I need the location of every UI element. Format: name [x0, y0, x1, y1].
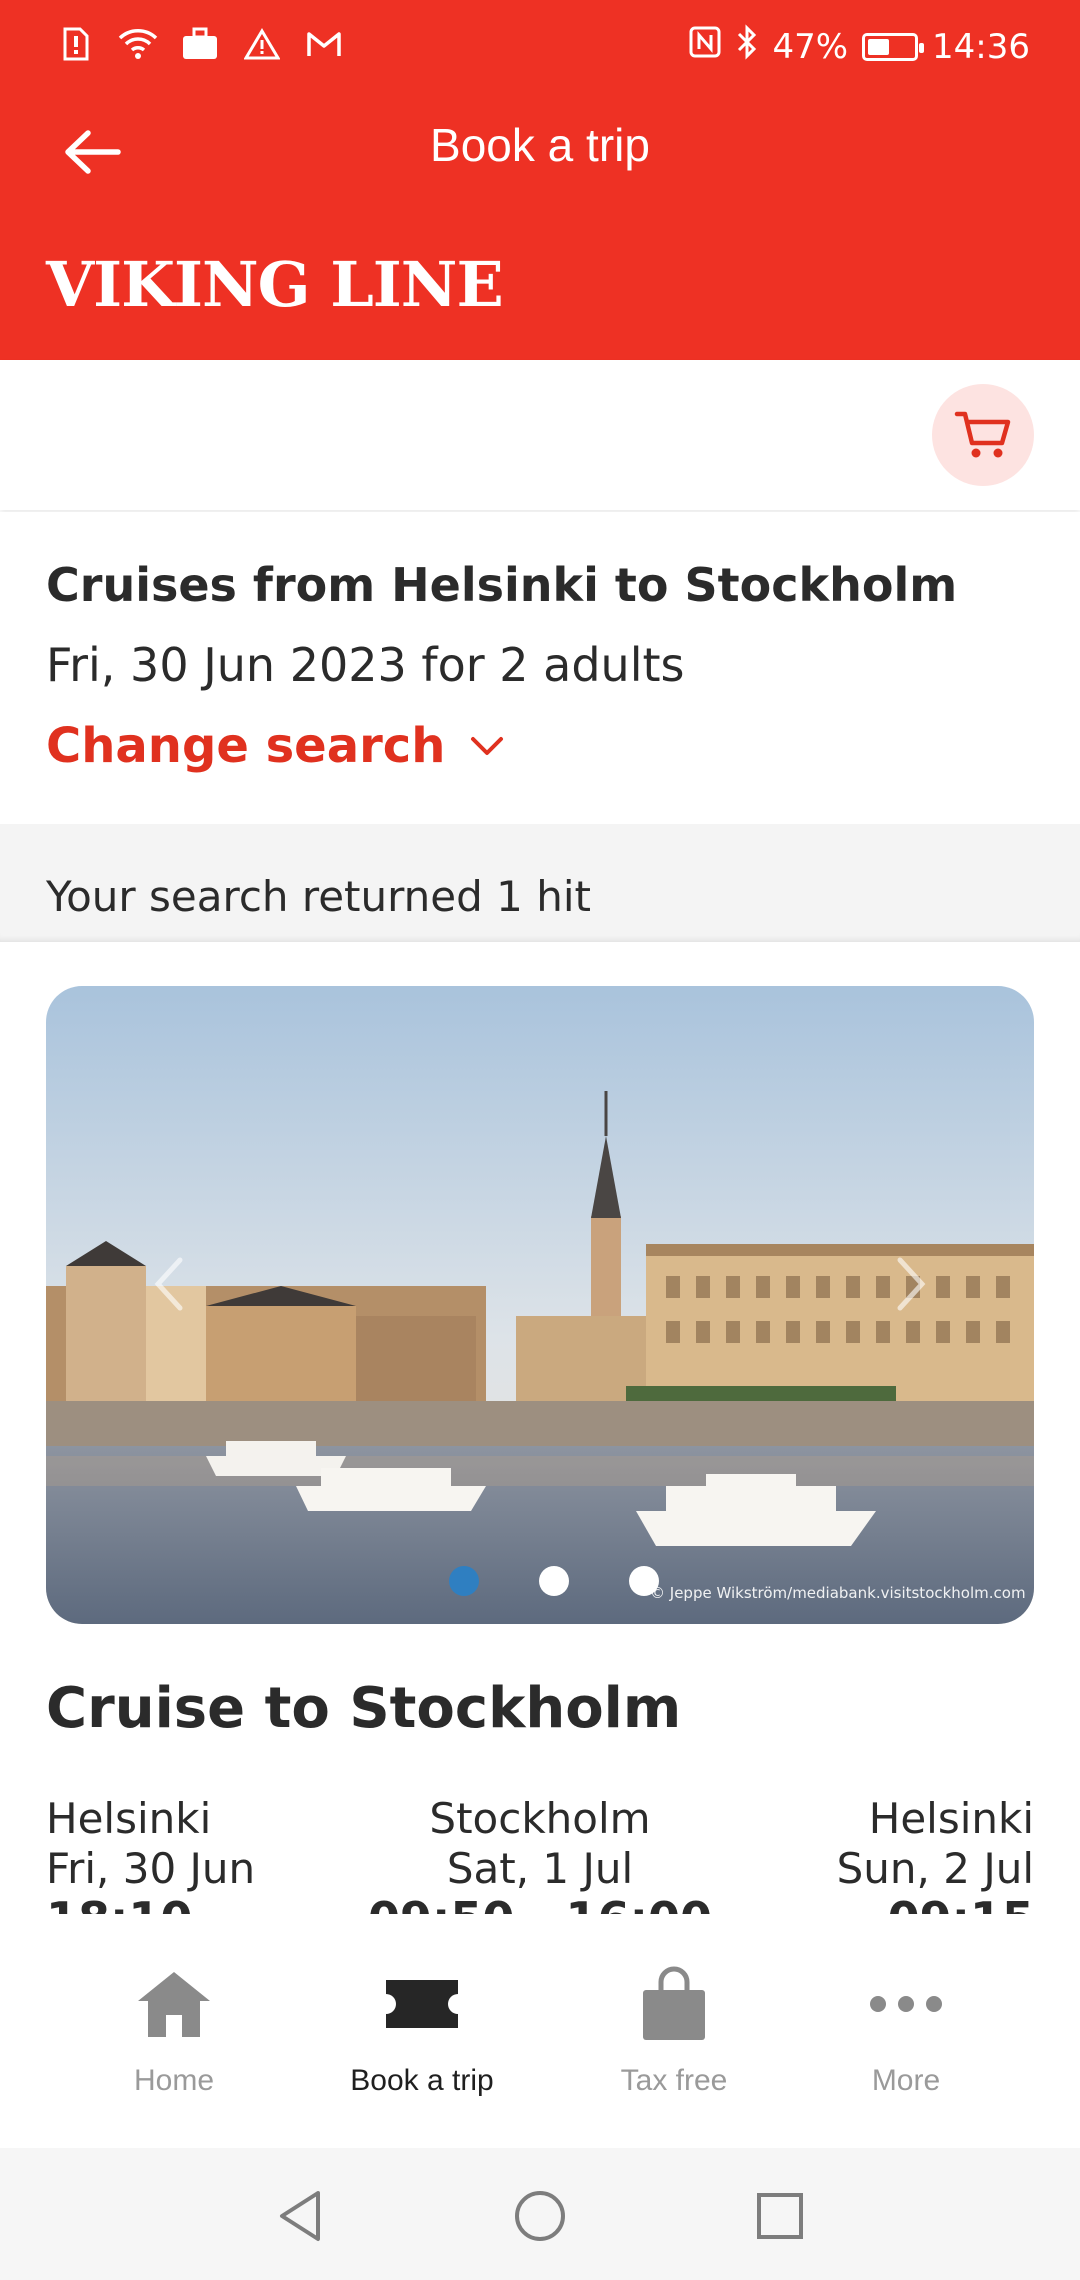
- circle-home-icon: [515, 2191, 565, 2241]
- system-recents-button[interactable]: [750, 2186, 810, 2246]
- clock: 14:36: [932, 26, 1030, 67]
- return-time: 09:15: [837, 1894, 1034, 1914]
- nav-item-book-a-trip[interactable]: Book a trip: [312, 1964, 532, 2098]
- warning-icon: [242, 24, 282, 64]
- system-navigation-bar: [0, 2148, 1080, 2280]
- search-subtitle: Fri, 30 Jun 2023 for 2 adults: [46, 638, 685, 692]
- briefcase-icon: [180, 24, 220, 64]
- results-count-bar: Your search returned 1 hit: [0, 824, 1080, 942]
- cart-bar: [0, 360, 1080, 510]
- home-icon: [124, 1964, 224, 2044]
- nav-label-home: Home: [133, 2064, 215, 2097]
- nav-label-more: More: [871, 2064, 941, 2097]
- itinerary-departure: Helsinki Fri, 30 Jun 18:10: [46, 1794, 255, 1914]
- sim-alert-icon: [56, 24, 96, 64]
- square-recents-icon: [757, 2193, 803, 2239]
- app-header: 47% 14:36 Book a trip VIKING LINE: [0, 0, 1080, 360]
- viking-line-logo: VIKING LINE: [46, 248, 504, 321]
- departure-time: 18:10: [46, 1894, 255, 1914]
- page-title: Book a trip: [430, 119, 650, 171]
- cart-button[interactable]: [932, 384, 1034, 486]
- triangle-back-icon: [280, 2191, 320, 2241]
- itinerary-return: Helsinki Sun, 2 Jul 09:15: [837, 1794, 1034, 1914]
- battery-percent: 47%: [772, 26, 849, 67]
- cruise-title: Cruise to Stockholm: [46, 1676, 682, 1741]
- image-credit: © Jeppe Wikström/mediabank.visitstockhol…: [650, 1584, 1026, 1602]
- return-city: Helsinki: [868, 1794, 1034, 1843]
- chevron-down-icon: [471, 737, 504, 755]
- bluetooth-icon: [736, 24, 758, 69]
- nav-label-tax-free: Tax free: [620, 2064, 728, 2097]
- carousel-prev-icon[interactable]: [154, 1256, 184, 1312]
- bottom-navigation: Home Book a trip Tax free More: [0, 1914, 1080, 2148]
- battery-icon: [862, 32, 925, 61]
- gmail-icon: [304, 24, 344, 64]
- status-left-icons: [56, 24, 344, 64]
- change-search-button[interactable]: Change search: [46, 718, 505, 774]
- return-date: Sun, 2 Jul: [836, 1844, 1034, 1893]
- nav-label-book-a-trip: Book a trip: [350, 2064, 494, 2097]
- status-bar: 47% 14:36: [0, 0, 1080, 92]
- wifi-icon: [118, 24, 158, 64]
- app-screen: 47% 14:36 Book a trip VIKING LINE Cruise…: [0, 0, 1080, 2280]
- destination-date: Sat, 1 Jul: [446, 1844, 634, 1893]
- itinerary-destination: Stockholm Sat, 1 Jul 09:50 - 16:00: [340, 1794, 740, 1914]
- battery-level: [868, 38, 890, 55]
- search-summary: Cruises from Helsinki to Stockholm Fri, …: [0, 512, 1080, 824]
- nav-item-tax-free[interactable]: Tax free: [564, 1964, 784, 2098]
- cruise-image-carousel[interactable]: [46, 986, 1034, 1624]
- status-right: 47% 14:36: [688, 24, 1030, 69]
- cart-icon: [954, 411, 1011, 458]
- carousel-next-icon[interactable]: [896, 1256, 926, 1312]
- departure-date: Fri, 30 Jun: [46, 1844, 256, 1893]
- system-back-button[interactable]: [270, 2186, 330, 2246]
- nav-item-home[interactable]: Home: [64, 1964, 284, 2098]
- results-count: Your search returned 1 hit: [46, 872, 591, 921]
- search-title: Cruises from Helsinki to Stockholm: [46, 558, 958, 612]
- itinerary: Helsinki Fri, 30 Jun 18:10 Stockholm Sat…: [0, 1794, 1080, 1914]
- departure-city: Helsinki: [46, 1794, 212, 1843]
- nav-item-more[interactable]: More: [796, 1964, 1016, 2098]
- more-dots-icon: [856, 1964, 956, 2044]
- change-search-label: Change search: [46, 718, 446, 774]
- stockholm-harbor-photo: [46, 986, 1034, 1624]
- carousel-dot[interactable]: [449, 1566, 479, 1596]
- carousel-dot[interactable]: [539, 1566, 569, 1596]
- system-home-button[interactable]: [510, 2186, 570, 2246]
- shopping-bag-icon: [624, 1964, 724, 2044]
- destination-time: 09:50 - 16:00: [340, 1894, 740, 1914]
- nfc-icon: [688, 25, 722, 68]
- destination-city: Stockholm: [429, 1794, 651, 1843]
- ticket-icon: [372, 1964, 472, 2044]
